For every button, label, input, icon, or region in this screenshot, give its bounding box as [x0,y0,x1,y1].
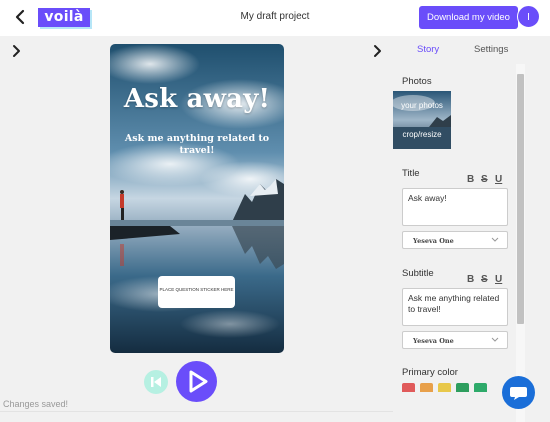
horizontal-scrollbar[interactable] [0,411,393,422]
photo-thumbnail-image [393,91,451,149]
chevron-right-icon[interactable] [371,44,383,58]
user-avatar[interactable]: I [517,5,540,28]
chat-button[interactable] [502,376,535,409]
title-input-value: Ask away! [408,193,447,203]
save-status: Changes saved! [3,399,69,409]
title-font-select[interactable]: Yeseva One [402,231,508,249]
chevron-down-icon [491,237,499,242]
rewind-button[interactable] [144,370,168,394]
your-photos-link[interactable]: your photos [393,101,451,110]
color-swatch-red[interactable] [402,383,415,392]
subtitle-strike-button[interactable]: S [481,274,488,285]
title-input[interactable]: Ask away! [402,188,508,226]
subtitle-input-value: Ask me anything related to travel! [408,293,500,314]
chevron-down-icon [491,337,499,342]
story-title-text[interactable]: Ask away! [110,84,284,114]
crop-resize-link[interactable]: crop/resize [393,130,451,139]
chevron-left-icon[interactable] [10,44,22,58]
title-font-value: Yeseva One [413,237,454,245]
top-bar: voilà My draft project Download my video… [0,0,550,36]
download-button[interactable]: Download my video [419,6,518,29]
project-name[interactable]: My draft project [200,11,350,22]
primary-color-label: Primary color [402,367,458,378]
subtitle-font-value: Yeseva One [413,337,454,345]
play-icon [189,370,208,393]
editor-canvas: Ask away! Ask me anything related to tra… [0,36,393,411]
rewind-icon [151,377,161,387]
title-underline-button[interactable]: U [495,174,502,185]
photos-label: Photos [402,76,432,87]
photo-thumbnail[interactable]: your photos crop/resize [393,91,451,149]
side-panel: Story Settings Photos your photos crop/r… [393,36,550,422]
color-swatch-orange[interactable] [420,383,433,392]
title-bold-button[interactable]: B [467,174,474,185]
story-preview[interactable]: Ask away! Ask me anything related to tra… [110,44,284,353]
play-button[interactable] [176,361,217,402]
tab-story[interactable]: Story [415,44,445,55]
color-swatch-teal[interactable] [474,383,487,392]
subtitle-input[interactable]: Ask me anything related to travel! [402,288,508,326]
title-strike-button[interactable]: S [481,174,488,185]
back-arrow-icon[interactable] [13,8,29,26]
subtitle-font-select[interactable]: Yeseva One [402,331,508,349]
story-subtitle-text[interactable]: Ask me anything related to travel! [124,133,270,157]
side-panel-scrollbar[interactable] [516,64,525,422]
color-swatch-green[interactable] [456,383,469,392]
title-label: Title [402,168,420,179]
question-sticker-placeholder[interactable]: PLACE QUESTION STICKER HERE [158,276,235,308]
color-swatch-yellow[interactable] [438,383,451,392]
tab-settings[interactable]: Settings [474,44,508,55]
subtitle-underline-button[interactable]: U [495,274,502,285]
subtitle-bold-button[interactable]: B [467,274,474,285]
scrollbar-thumb[interactable] [517,74,524,324]
subtitle-label: Subtitle [402,268,434,279]
page-scrollbar[interactable] [541,36,550,422]
voila-logo[interactable]: voilà [38,8,90,27]
chat-icon [510,387,527,400]
